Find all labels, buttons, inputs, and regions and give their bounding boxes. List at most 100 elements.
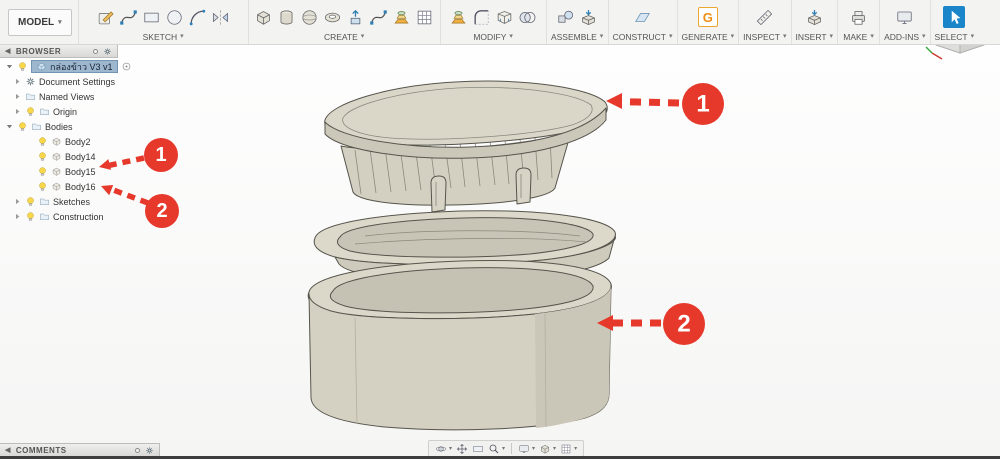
select-menu[interactable]: SELECT ▾ [935, 31, 975, 42]
workspace-selector[interactable]: MODEL ▾ [8, 8, 72, 36]
sphere-icon[interactable] [299, 6, 321, 28]
toolbar-group-sketch: SKETCH ▾ [77, 0, 248, 44]
pan-icon[interactable] [455, 442, 469, 456]
zoom-icon[interactable] [487, 442, 501, 456]
chevron-down-icon[interactable]: ▾ [502, 445, 505, 452]
box-icon[interactable] [253, 6, 275, 28]
visibility-bulb-icon[interactable] [17, 61, 28, 72]
grid-settings-icon[interactable] [559, 442, 573, 456]
activate-target-icon[interactable] [121, 61, 132, 72]
browser-item-sketches[interactable]: Sketches [0, 194, 180, 209]
active-component-box[interactable]: กล่องข้าว V3 v1 [31, 60, 118, 73]
visibility-bulb-icon[interactable] [25, 106, 36, 117]
construct-plane-icon[interactable] [632, 6, 654, 28]
browser-root-component[interactable]: กล่องข้าว V3 v1 [0, 59, 180, 74]
top-toolbar: MODEL ▾ SKETCH ▾ CREATE ▾ MODIFY ▾ ASSEM… [0, 0, 1000, 45]
browser-item-body16[interactable]: Body16 [0, 179, 180, 194]
collapse-panel-icon[interactable]: ◀ [5, 47, 11, 55]
display-settings-icon[interactable] [517, 442, 531, 456]
panel-settings-gear-icon[interactable] [103, 47, 112, 56]
browser-item-construction[interactable]: Construction [0, 209, 180, 224]
visibility-bulb-icon[interactable] [17, 121, 28, 132]
expand-caret-icon[interactable] [13, 107, 22, 116]
generate-menu[interactable]: GENERATE ▾ [682, 31, 735, 42]
browser-item-document-settings[interactable]: Document Settings [0, 74, 180, 89]
chevron-down-icon: ▾ [668, 33, 673, 40]
insert-icon[interactable] [803, 6, 825, 28]
construct-menu[interactable]: CONSTRUCT ▾ [613, 31, 673, 42]
visibility-bulb-icon[interactable] [37, 181, 48, 192]
rectangle-icon[interactable] [141, 6, 163, 28]
browser-header[interactable]: ◀ BROWSER [0, 44, 118, 58]
collapse-caret-icon[interactable] [5, 122, 14, 131]
chevron-down-icon[interactable]: ▾ [574, 445, 577, 452]
chevron-down-icon[interactable]: ▾ [553, 445, 556, 452]
arc-icon[interactable] [187, 6, 209, 28]
add-ins-icon[interactable] [894, 6, 916, 28]
inspect-menu[interactable]: INSPECT ▾ [743, 31, 786, 42]
cylinder-icon[interactable] [276, 6, 298, 28]
fillet-icon[interactable] [471, 6, 493, 28]
visibility-bulb-icon[interactable] [25, 196, 36, 207]
expand-caret-icon[interactable] [13, 92, 22, 101]
browser-item-body14[interactable]: Body14 [0, 149, 180, 164]
create-menu[interactable]: CREATE ▾ [253, 31, 436, 42]
toolbar-separator [511, 443, 513, 454]
make-icon[interactable] [848, 6, 870, 28]
add-ins-menu[interactable]: ADD-INS ▾ [884, 31, 925, 42]
visibility-bulb-icon[interactable] [25, 211, 36, 222]
modify-menu[interactable]: MODIFY ▾ [445, 31, 542, 42]
zoom-window-icon[interactable] [471, 442, 485, 456]
pin-dot-icon [135, 447, 140, 453]
chevron-down-icon[interactable]: ▾ [532, 445, 535, 452]
pattern-icon[interactable] [414, 6, 436, 28]
browser-item-origin[interactable]: Origin [0, 104, 180, 119]
measure-icon[interactable] [754, 6, 776, 28]
browser-item-body2[interactable]: Body2 [0, 134, 180, 149]
torus-icon[interactable] [322, 6, 344, 28]
browser-item-body15[interactable]: Body15 [0, 164, 180, 179]
browser-item-named-views[interactable]: Named Views [0, 89, 180, 104]
chevron-down-icon: ▾ [730, 33, 735, 40]
model-3d-food-container[interactable] [295, 68, 625, 443]
select-icon[interactable] [943, 6, 966, 28]
extrude-icon[interactable] [345, 6, 367, 28]
visibility-bulb-icon[interactable] [37, 151, 48, 162]
shading-icon[interactable] [538, 442, 552, 456]
sweep-icon[interactable] [368, 6, 390, 28]
panel-settings-gear-icon[interactable] [145, 446, 154, 455]
generate-icon[interactable]: G [697, 6, 719, 28]
orbit-icon[interactable] [434, 442, 448, 456]
chevron-down-icon[interactable]: ▾ [449, 445, 452, 452]
shell-icon[interactable] [494, 6, 516, 28]
chevron-down-icon: ▾ [870, 33, 874, 40]
sketch-menu[interactable]: SKETCH ▾ [83, 31, 244, 42]
press-pull-icon[interactable] [448, 6, 470, 28]
browser-tree: กล่องข้าว V3 v1 Document Settings Named … [0, 58, 180, 224]
collapse-panel-icon[interactable]: ◀ [5, 446, 11, 454]
body-icon [51, 151, 62, 162]
visibility-bulb-icon[interactable] [37, 166, 48, 177]
toolbar-group-select: SELECT ▾ [929, 0, 979, 44]
chevron-down-icon: ▾ [58, 18, 62, 26]
loft-icon[interactable] [391, 6, 413, 28]
browser-item-bodies[interactable]: Bodies [0, 119, 180, 134]
combine-icon[interactable] [517, 6, 539, 28]
chevron-down-icon: ▾ [509, 33, 513, 40]
collapse-caret-icon[interactable] [5, 62, 14, 71]
new-component-icon[interactable] [578, 6, 600, 28]
make-menu[interactable]: MAKE ▾ [842, 31, 875, 42]
chevron-down-icon: ▾ [922, 33, 926, 40]
assemble-menu[interactable]: ASSEMBLE ▾ [551, 31, 604, 42]
expand-caret-icon[interactable] [13, 197, 22, 206]
mirror-icon[interactable] [210, 6, 232, 28]
spline-icon[interactable] [118, 6, 140, 28]
comments-header[interactable]: ◀ COMMENTS [0, 443, 160, 457]
expand-caret-icon[interactable] [13, 212, 22, 221]
visibility-bulb-icon[interactable] [37, 136, 48, 147]
expand-caret-icon[interactable] [13, 77, 22, 86]
create-sketch-icon[interactable] [95, 6, 117, 28]
insert-menu[interactable]: INSERT ▾ [796, 31, 834, 42]
circle-icon[interactable] [164, 6, 186, 28]
joint-icon[interactable] [555, 6, 577, 28]
